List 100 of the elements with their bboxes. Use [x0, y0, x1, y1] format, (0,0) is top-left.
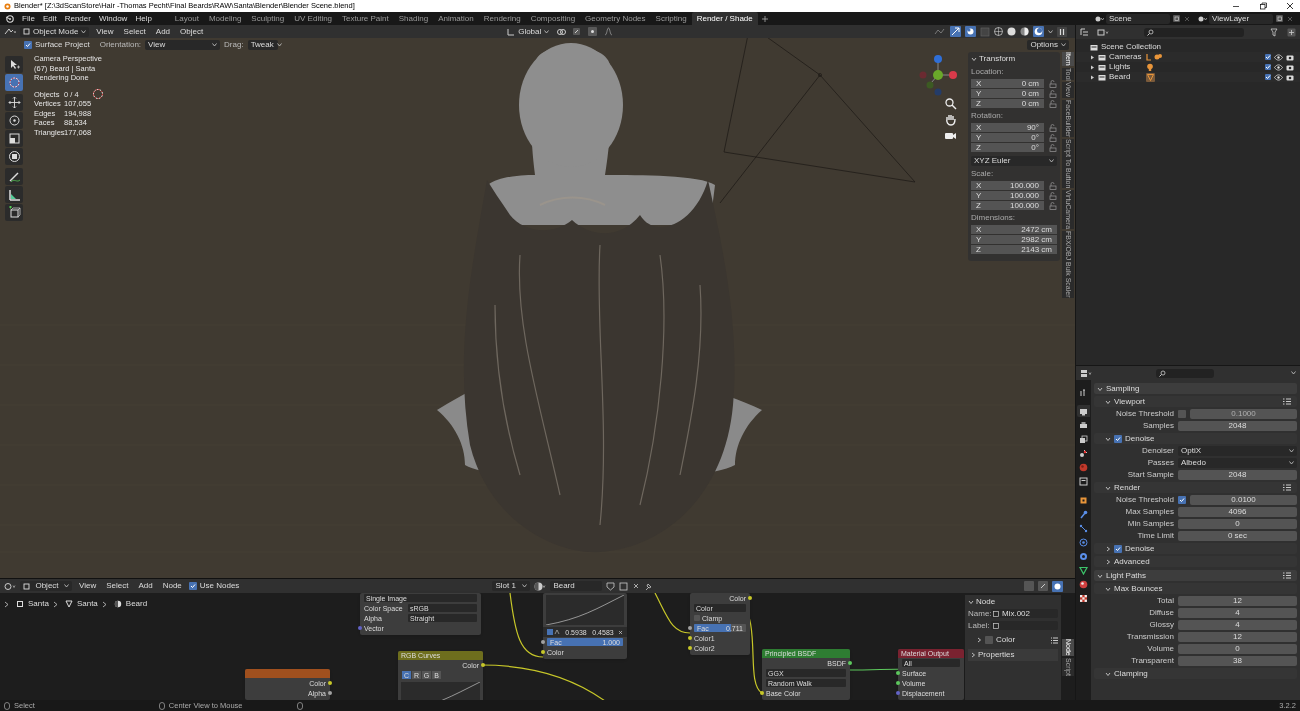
node-editor-icon[interactable]	[4, 581, 16, 591]
panel-title[interactable]: Clamping	[1114, 669, 1148, 678]
number-field[interactable]: Y 0°	[971, 133, 1044, 142]
workspace-tab[interactable]: Render / Shade	[691, 12, 758, 25]
number-field[interactable]: 4	[1178, 608, 1297, 618]
scene-icon[interactable]	[1094, 14, 1104, 23]
render-camera-icon[interactable]	[1286, 73, 1294, 81]
socket[interactable]	[328, 691, 332, 695]
socket[interactable]	[541, 640, 545, 644]
number-field[interactable]: Y 100.000	[971, 191, 1044, 200]
tree-item[interactable]: Scene Collection	[1101, 43, 1162, 51]
panel-title[interactable]: Sampling	[1106, 384, 1140, 393]
menu-item[interactable]: Object	[177, 27, 207, 36]
panel-title[interactable]: Render	[1114, 483, 1141, 492]
search-field[interactable]	[1156, 368, 1214, 378]
number-field[interactable]: 0.1000	[1190, 409, 1297, 419]
shield-icon[interactable]	[606, 581, 616, 591]
number-field[interactable]: 4	[1178, 620, 1297, 630]
workspace-tab[interactable]: Animation	[433, 12, 479, 25]
number-field[interactable]: 12	[1178, 596, 1297, 606]
close-icon[interactable]	[1285, 2, 1295, 10]
properties-tab[interactable]	[1077, 578, 1090, 590]
checkbox[interactable]	[1265, 54, 1271, 60]
checkbox[interactable]	[1265, 74, 1271, 80]
material-icon[interactable]	[534, 581, 547, 591]
material-preview-icon[interactable]	[1020, 27, 1029, 36]
material-name-field[interactable]: Beard	[550, 581, 603, 591]
rendered-icon[interactable]	[1033, 26, 1044, 37]
object-dropdown[interactable]: Object	[20, 581, 72, 591]
name-field[interactable]: Scene	[1106, 13, 1170, 24]
restore-icon[interactable]	[1258, 2, 1268, 10]
list-icon[interactable]	[1283, 484, 1291, 491]
panel-title[interactable]: Light Paths	[1106, 571, 1147, 580]
number-field[interactable]: Y 2982 cm	[971, 235, 1057, 244]
workspace-tab[interactable]: Sculpting	[246, 12, 290, 25]
menu-item[interactable]: Node	[159, 582, 185, 590]
socket[interactable]	[688, 626, 692, 630]
menu-item[interactable]: Select	[103, 582, 132, 590]
checkbox[interactable]	[1114, 434, 1122, 443]
solid-icon[interactable]	[1007, 27, 1016, 36]
dropdown[interactable]: Albedo	[1178, 458, 1297, 468]
filter-collection-icon[interactable]	[1097, 27, 1109, 37]
breadcrumb[interactable]: Santa	[76, 600, 98, 608]
orientation-dropdown[interactable]: View	[145, 39, 221, 50]
tool-button[interactable]	[5, 112, 23, 129]
number-field[interactable]: Z 100.000	[971, 201, 1044, 210]
socket[interactable]	[896, 681, 900, 685]
number-field[interactable]: 38	[1178, 656, 1297, 666]
socket[interactable]	[748, 596, 752, 600]
expand-arrow-icon[interactable]	[1090, 54, 1095, 60]
socket[interactable]	[688, 636, 692, 640]
workspace-tab[interactable]: Geometry Nodes	[580, 12, 651, 25]
render-camera-icon[interactable]	[1286, 53, 1294, 61]
panel-title[interactable]: Denoise	[1125, 434, 1155, 443]
name-field[interactable]: Mix.002	[991, 609, 1058, 618]
menu-item[interactable]: Select	[120, 27, 149, 36]
copy-icon[interactable]	[1275, 14, 1284, 23]
zoom-icon[interactable]	[944, 97, 957, 110]
pin-icon[interactable]	[644, 581, 654, 591]
checkbox[interactable]	[1114, 544, 1122, 553]
snap-icon[interactable]	[1038, 581, 1048, 591]
tool-button[interactable]	[5, 204, 23, 221]
breadcrumb[interactable]: Santa	[28, 600, 49, 608]
lock-icon[interactable]	[1049, 143, 1057, 152]
number-field[interactable]: 2048	[1178, 470, 1297, 480]
curve-icon[interactable]	[604, 27, 614, 36]
name-field[interactable]: ViewLayer	[1209, 13, 1273, 24]
tool-button[interactable]	[5, 94, 23, 111]
menu-item[interactable]: File	[18, 14, 39, 23]
number-field[interactable]: X 90°	[971, 123, 1044, 132]
workspace-tab[interactable]: Layout	[169, 12, 204, 25]
new-collection-icon[interactable]	[1287, 27, 1296, 37]
pause-icon[interactable]	[1057, 26, 1067, 37]
expand-arrow-icon[interactable]	[1090, 64, 1095, 70]
overlay-icon[interactable]	[965, 26, 976, 37]
number-field[interactable]: Z 2143 cm	[971, 245, 1057, 254]
properties-editor-icon[interactable]	[1080, 368, 1092, 378]
render-camera-icon[interactable]	[1286, 63, 1294, 71]
menu-item[interactable]: View	[76, 582, 100, 590]
number-field[interactable]: Z 0°	[971, 143, 1044, 152]
workspace-tab[interactable]: Rendering	[478, 12, 526, 25]
dropdown[interactable]: OptiX	[1178, 446, 1297, 456]
properties-tab[interactable]	[1077, 592, 1090, 604]
socket[interactable]	[896, 671, 900, 675]
eye-icon[interactable]	[1274, 63, 1283, 71]
lock-icon[interactable]	[1049, 191, 1057, 200]
view-icon[interactable]	[934, 27, 946, 36]
slot-dropdown[interactable]: Slot 1	[492, 581, 531, 591]
socket[interactable]	[481, 663, 485, 667]
lock-icon[interactable]	[1049, 181, 1057, 190]
number-field[interactable]: X 2472 cm	[971, 225, 1057, 234]
number-field[interactable]: X 0 cm	[971, 79, 1044, 88]
tool-button[interactable]	[5, 148, 23, 165]
pivot-icon[interactable]	[556, 27, 569, 36]
tree-item[interactable]: Beard	[1109, 73, 1143, 81]
socket[interactable]	[328, 681, 332, 685]
properties-tab[interactable]	[1077, 447, 1090, 459]
checkbox[interactable]	[1265, 64, 1271, 70]
workspace-tab[interactable]: Shading	[393, 12, 434, 25]
number-field[interactable]: 0.0100	[1190, 495, 1297, 505]
